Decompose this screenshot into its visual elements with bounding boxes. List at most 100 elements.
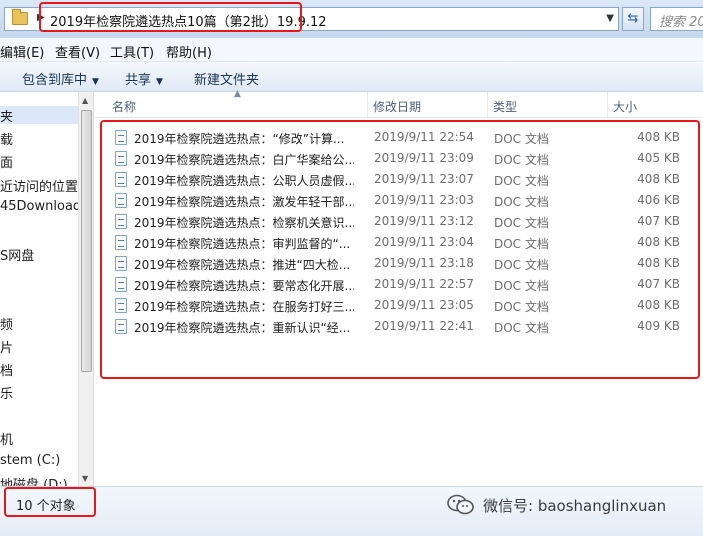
- nav-item-favorites[interactable]: 夹: [0, 106, 78, 125]
- file-name: 2019年检察院遴选热点：“修改”计算...: [134, 132, 345, 146]
- object-count: 10 个对象: [16, 499, 76, 514]
- file-name: 2019年检察院遴选热点：白广华案给公...: [134, 153, 354, 167]
- search-input[interactable]: 搜索 20: [650, 7, 703, 31]
- scroll-up-icon[interactable]: ▲: [82, 96, 88, 105]
- doc-file-icon: [115, 298, 127, 313]
- file-date: 2019/9/11 22:41: [374, 319, 474, 333]
- file-date: 2019/9/11 23:04: [374, 235, 474, 249]
- wechat-watermark: 微信号: baoshanglinxuan: [483, 497, 667, 515]
- file-row[interactable]: 2019年检察院遴选热点：白广华案给公... 2019/9/11 23:09 D…: [95, 148, 695, 169]
- menu-help[interactable]: 帮助(H): [166, 42, 212, 61]
- file-size: 408 KB: [637, 298, 680, 312]
- file-size: 407 KB: [637, 277, 680, 291]
- file-name: 2019年检察院遴选热点：公职人员虚假...: [134, 174, 354, 188]
- file-name: 2019年检察院遴选热点：要常态化开展...: [134, 279, 354, 293]
- file-row[interactable]: 2019年检察院遴选热点：重新认识“经... 2019/9/11 22:41 D…: [95, 316, 695, 337]
- file-row[interactable]: 2019年检察院遴选热点：激发年轻干部... 2019/9/11 23:03 D…: [95, 190, 695, 211]
- file-type: DOC 文档: [494, 300, 549, 314]
- nav-item-desktop[interactable]: 面: [0, 152, 13, 171]
- menu-bar: 编辑(E) 查看(V) 工具(T) 帮助(H): [0, 38, 703, 62]
- nav-item-documents[interactable]: 档: [0, 360, 13, 379]
- doc-file-icon: [115, 319, 127, 334]
- command-bar: 包含到库中 ▼ 共享 ▼ 新建文件夹: [0, 62, 703, 92]
- file-date: 2019/9/11 23:03: [374, 193, 474, 207]
- doc-file-icon: [115, 172, 127, 187]
- folder-icon: [12, 9, 28, 25]
- menu-view[interactable]: 查看(V): [55, 42, 100, 61]
- breadcrumb-arrow-icon[interactable]: ▶: [37, 12, 45, 23]
- file-name: 2019年检察院遴选热点：检察机关意识...: [134, 216, 354, 230]
- include-in-library-label: 包含到库中: [22, 73, 88, 88]
- file-row[interactable]: 2019年检察院遴选热点：要常态化开展... 2019/9/11 22:57 D…: [95, 274, 695, 295]
- address-dropdown-icon[interactable]: ▼: [606, 13, 614, 24]
- file-size: 408 KB: [637, 256, 680, 270]
- file-row[interactable]: 2019年检察院遴选热点：审判监督的“... 2019/9/11 23:04 D…: [95, 232, 695, 253]
- address-path[interactable]: 2019年检察院遴选热点10篇（第2批）19.9.12: [50, 11, 327, 30]
- nav-item-cloud-drive[interactable]: S网盘: [0, 245, 34, 264]
- file-name: 2019年检察院遴选热点：审判监督的“...: [134, 237, 351, 251]
- new-folder-button[interactable]: 新建文件夹: [194, 69, 259, 88]
- share-label: 共享: [125, 73, 152, 88]
- file-list: 2019年检察院遴选热点：“修改”计算... 2019/9/11 22:54 D…: [95, 118, 703, 486]
- wechat-logo-icon: [447, 494, 474, 515]
- column-date[interactable]: 修改日期: [368, 92, 488, 117]
- file-type: DOC 文档: [494, 321, 549, 335]
- address-bar[interactable]: ▶ 2019年检察院遴选热点10篇（第2批）19.9.12 ▼: [4, 7, 619, 31]
- file-date: 2019/9/11 22:54: [374, 130, 474, 144]
- column-name[interactable]: 名称: [107, 92, 368, 117]
- nav-item-pictures[interactable]: 片: [0, 337, 13, 356]
- nav-scrollbar[interactable]: ▲ ▼: [78, 92, 93, 486]
- file-row[interactable]: 2019年检察院遴选热点：推进“四大检... 2019/9/11 23:18 D…: [95, 253, 695, 274]
- nav-item-downloads[interactable]: 载: [0, 129, 13, 148]
- file-type: DOC 文档: [494, 237, 549, 251]
- nav-item-system-c[interactable]: stem (C:): [0, 453, 60, 471]
- file-row[interactable]: 2019年检察院遴选热点：检察机关意识... 2019/9/11 23:12 D…: [95, 211, 695, 232]
- share-button[interactable]: 共享 ▼: [125, 69, 163, 88]
- include-in-library-button[interactable]: 包含到库中 ▼: [22, 69, 99, 88]
- file-row[interactable]: 2019年检察院遴选热点：公职人员虚假... 2019/9/11 23:07 D…: [95, 169, 695, 190]
- menu-edit[interactable]: 编辑(E): [0, 42, 44, 61]
- column-header-row: ▲ 名称 修改日期 类型 大小: [95, 89, 703, 118]
- column-type[interactable]: 类型: [488, 92, 608, 117]
- file-name: 2019年检察院遴选热点：在服务打好三...: [134, 300, 354, 314]
- file-date: 2019/9/11 23:05: [374, 298, 474, 312]
- file-size: 407 KB: [637, 214, 680, 228]
- file-date: 2019/9/11 22:57: [374, 277, 474, 291]
- doc-file-icon: [115, 235, 127, 250]
- nav-scroll-thumb[interactable]: [81, 110, 92, 372]
- file-date: 2019/9/11 23:18: [374, 256, 474, 270]
- file-type: DOC 文档: [494, 153, 549, 167]
- chevron-down-icon: ▼: [156, 77, 163, 87]
- address-bar-region: ▶ 2019年检察院遴选热点10篇（第2批）19.9.12 ▼ ⇆ 搜索 20: [0, 0, 703, 38]
- file-type: DOC 文档: [494, 258, 549, 272]
- file-date: 2019/9/11 23:12: [374, 214, 474, 228]
- doc-file-icon: [115, 193, 127, 208]
- nav-item-recent-places[interactable]: 近访问的位置: [0, 176, 78, 195]
- nav-item-local-d[interactable]: 地磁盘 (D:): [0, 474, 68, 486]
- file-size: 406 KB: [637, 193, 680, 207]
- nav-item-computer[interactable]: 机: [0, 429, 13, 448]
- doc-file-icon: [115, 256, 127, 271]
- menu-tools[interactable]: 工具(T): [110, 42, 154, 61]
- doc-file-icon: [115, 277, 127, 292]
- navigation-pane: 夹 载 面 近访问的位置 45Downloads S网盘 频 片 档 乐 机 s…: [0, 92, 94, 486]
- file-name: 2019年检察院遴选热点：激发年轻干部...: [134, 195, 354, 209]
- file-name: 2019年检察院遴选热点：重新认识“经...: [134, 321, 351, 335]
- file-row[interactable]: 2019年检察院遴选热点：在服务打好三... 2019/9/11 23:05 D…: [95, 295, 695, 316]
- file-name: 2019年检察院遴选热点：推进“四大检...: [134, 258, 351, 272]
- file-size: 405 KB: [637, 151, 680, 165]
- file-date: 2019/9/11 23:09: [374, 151, 474, 165]
- nav-item-videos[interactable]: 频: [0, 314, 13, 333]
- doc-file-icon: [115, 151, 127, 166]
- doc-file-icon: [115, 130, 127, 145]
- nav-item-downloads-folder[interactable]: 45Downloads: [0, 199, 88, 217]
- scroll-down-icon[interactable]: ▼: [82, 474, 88, 483]
- file-row[interactable]: 2019年检察院遴选热点：“修改”计算... 2019/9/11 22:54 D…: [95, 127, 695, 148]
- refresh-button[interactable]: ⇆: [622, 7, 644, 31]
- file-type: DOC 文档: [494, 279, 549, 293]
- file-type: DOC 文档: [494, 132, 549, 146]
- chevron-down-icon: ▼: [92, 77, 99, 87]
- nav-item-music[interactable]: 乐: [0, 383, 13, 402]
- file-type: DOC 文档: [494, 195, 549, 209]
- column-size[interactable]: 大小: [608, 92, 688, 117]
